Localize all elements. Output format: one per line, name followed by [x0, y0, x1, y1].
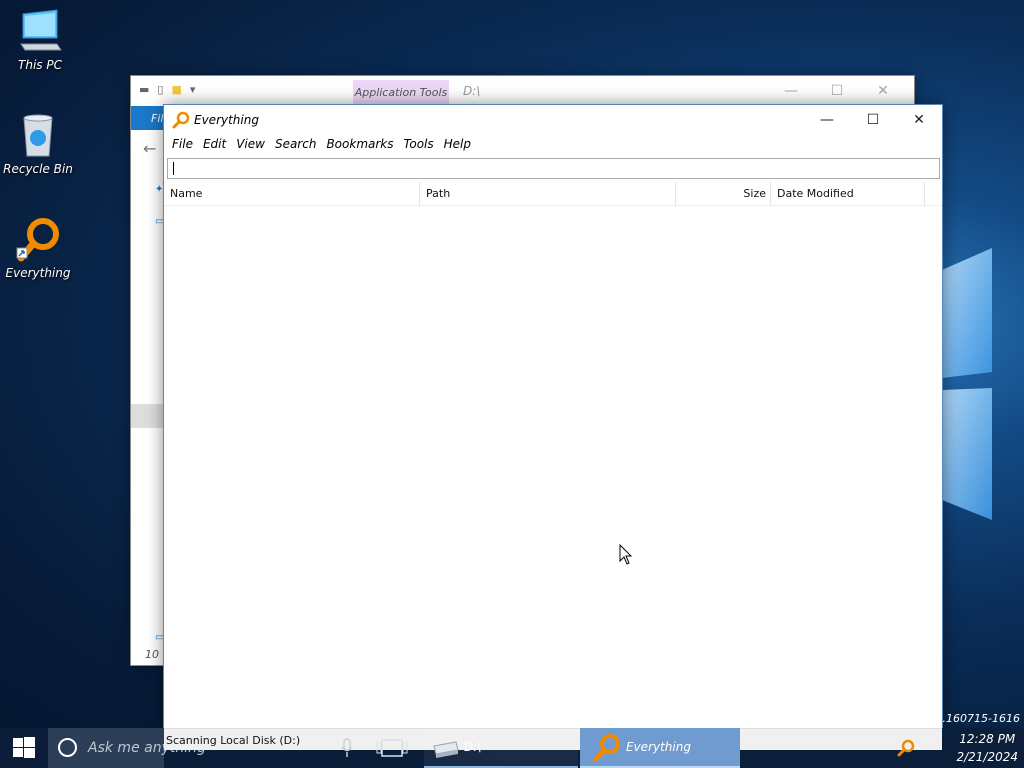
- desktop-icon-label: This PC: [18, 58, 62, 72]
- menu-view[interactable]: View: [232, 135, 271, 155]
- system-clock[interactable]: 12:28 PM 2/21/2024: [956, 730, 1018, 766]
- taskbar-item-explorer[interactable]: D:\: [424, 728, 578, 768]
- everything-icon: [593, 734, 620, 762]
- desktop-icon-this-pc[interactable]: This PC: [2, 8, 78, 72]
- desktop-icon-label: Everything: [5, 266, 71, 280]
- taskbar: Ask me anything Scanning Local Disk (D:)…: [0, 728, 1024, 768]
- window-title: Everything: [194, 113, 259, 127]
- clock-date: 2/21/2024: [956, 750, 1018, 764]
- caption-buttons: — ☐ ✕: [804, 105, 942, 135]
- cortana-icon: [58, 738, 77, 757]
- menu-search[interactable]: Search: [271, 135, 323, 155]
- computer-icon: [20, 9, 62, 51]
- everything-app-icon: [172, 111, 190, 129]
- taskbar-item-label: Everything: [626, 740, 691, 754]
- windows-logo-icon: [13, 737, 35, 758]
- recycle-bin-icon: [23, 114, 53, 157]
- menu-help[interactable]: Help: [440, 135, 477, 155]
- cortana-search-box[interactable]: Ask me anything: [48, 728, 206, 768]
- taskbar-item-label: D:\: [464, 740, 482, 754]
- column-name-label: Name: [170, 187, 203, 200]
- minimize-icon: —: [820, 112, 834, 128]
- folder-icon[interactable]: ■: [171, 83, 181, 96]
- start-button[interactable]: [0, 728, 48, 768]
- maximize-button[interactable]: ☐: [850, 105, 896, 135]
- close-button[interactable]: ✕: [896, 105, 942, 135]
- desktop-icon-recycle-bin[interactable]: Recycle Bin: [0, 112, 76, 176]
- menu-bar: File Edit View Search Bookmarks Tools He…: [164, 135, 477, 155]
- build-watermark: se.160715-1616: [930, 712, 1020, 725]
- dropdown-icon[interactable]: ▾: [190, 83, 196, 96]
- column-date-label: Date Modified: [777, 187, 854, 200]
- back-arrow-icon[interactable]: ←: [143, 139, 156, 158]
- explorer-titlebar[interactable]: ▬ ▯ ■ ▾ Application Tools D:\ — ☐ ✕: [131, 76, 914, 106]
- menu-file[interactable]: File: [168, 135, 199, 155]
- column-header-name[interactable]: Name: [164, 182, 420, 206]
- status-text: Scanning Local Disk (D:): [166, 734, 301, 747]
- everything-icon: [16, 218, 59, 262]
- close-icon: ✕: [913, 112, 925, 128]
- new-file-icon[interactable]: ▯: [157, 83, 163, 96]
- tab-application-tools[interactable]: Application Tools: [353, 80, 449, 106]
- maximize-icon[interactable]: ☐: [814, 78, 860, 104]
- column-path-label: Path: [426, 187, 451, 200]
- maximize-icon: ☐: [866, 112, 880, 128]
- explorer-title: D:\: [463, 84, 481, 98]
- menu-tools[interactable]: Tools: [400, 135, 440, 155]
- microphone-icon[interactable]: [340, 738, 354, 758]
- desktop-icon-label: Recycle Bin: [3, 162, 73, 176]
- everything-tray-icon[interactable]: [897, 739, 915, 757]
- taskbar-item-everything[interactable]: Everything: [580, 728, 740, 768]
- close-icon[interactable]: ✕: [860, 78, 906, 104]
- everything-titlebar[interactable]: Everything — ☐ ✕: [164, 105, 942, 135]
- column-header: Name Path Size Date Modified: [164, 182, 942, 206]
- column-size-label: Size: [743, 187, 766, 200]
- desktop-icon-everything[interactable]: Everything: [0, 216, 76, 280]
- task-view-icon[interactable]: [376, 738, 408, 758]
- explorer-caption-buttons: — ☐ ✕: [768, 78, 906, 104]
- column-header-size[interactable]: Size: [676, 182, 771, 206]
- minimize-icon[interactable]: —: [768, 78, 814, 104]
- minimize-button[interactable]: —: [804, 105, 850, 135]
- search-input[interactable]: [167, 158, 940, 179]
- text-caret: [173, 162, 174, 175]
- results-list[interactable]: [164, 207, 942, 732]
- clock-time: 12:28 PM: [959, 732, 1016, 746]
- nav-pane-selection: [131, 404, 165, 428]
- column-header-path[interactable]: Path: [420, 182, 676, 206]
- drive-icon: [433, 741, 459, 758]
- mouse-cursor-icon: [619, 544, 633, 565]
- menu-edit[interactable]: Edit: [199, 135, 232, 155]
- drive-icon: ▬: [139, 83, 150, 96]
- menu-bookmarks[interactable]: Bookmarks: [322, 135, 399, 155]
- column-header-date-modified[interactable]: Date Modified: [771, 182, 925, 206]
- everything-window[interactable]: Everything — ☐ ✕ File Edit View Search B…: [163, 104, 943, 736]
- quick-access-toolbar: ▬ ▯ ■ ▾: [139, 83, 195, 96]
